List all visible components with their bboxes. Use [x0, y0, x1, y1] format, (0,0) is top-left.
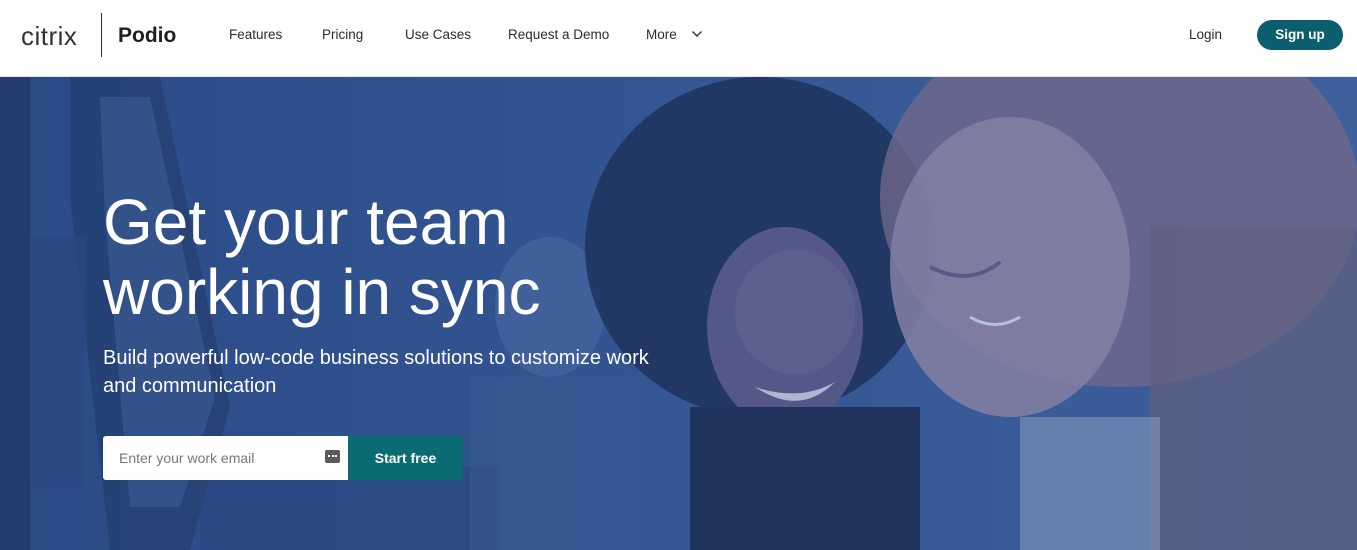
nav-pricing[interactable]: Pricing [322, 26, 363, 44]
password-key-icon[interactable] [325, 450, 340, 463]
start-free-button[interactable]: Start free [348, 436, 463, 480]
podio-logo[interactable]: Podio [118, 23, 176, 49]
citrix-logo[interactable]: citrix [21, 21, 77, 51]
logo-divider [101, 13, 102, 57]
work-email-input[interactable] [103, 436, 348, 480]
site-header: citrix Podio Features Pricing Use Cases … [0, 0, 1357, 77]
nav-use-cases[interactable]: Use Cases [405, 26, 471, 44]
hero-title-line2: working in sync [103, 256, 541, 328]
nav-request-demo[interactable]: Request a Demo [508, 26, 609, 44]
hero-title-line1: Get your team [103, 186, 509, 258]
hero-subtitle: Build powerful low-code business solutio… [103, 347, 649, 397]
nav-features[interactable]: Features [229, 26, 282, 44]
chevron-down-icon[interactable] [691, 28, 703, 40]
signup-button[interactable]: Sign up [1257, 20, 1343, 50]
login-link[interactable]: Login [1189, 26, 1222, 44]
citrix-logo-text: citrix [21, 21, 78, 51]
hero-title: Get your team working in sync [103, 187, 723, 327]
nav-more[interactable]: More [646, 26, 677, 44]
hero-section: Get your team working in sync Build powe… [0, 77, 1357, 550]
podio-logo-text: Podio [118, 24, 177, 47]
